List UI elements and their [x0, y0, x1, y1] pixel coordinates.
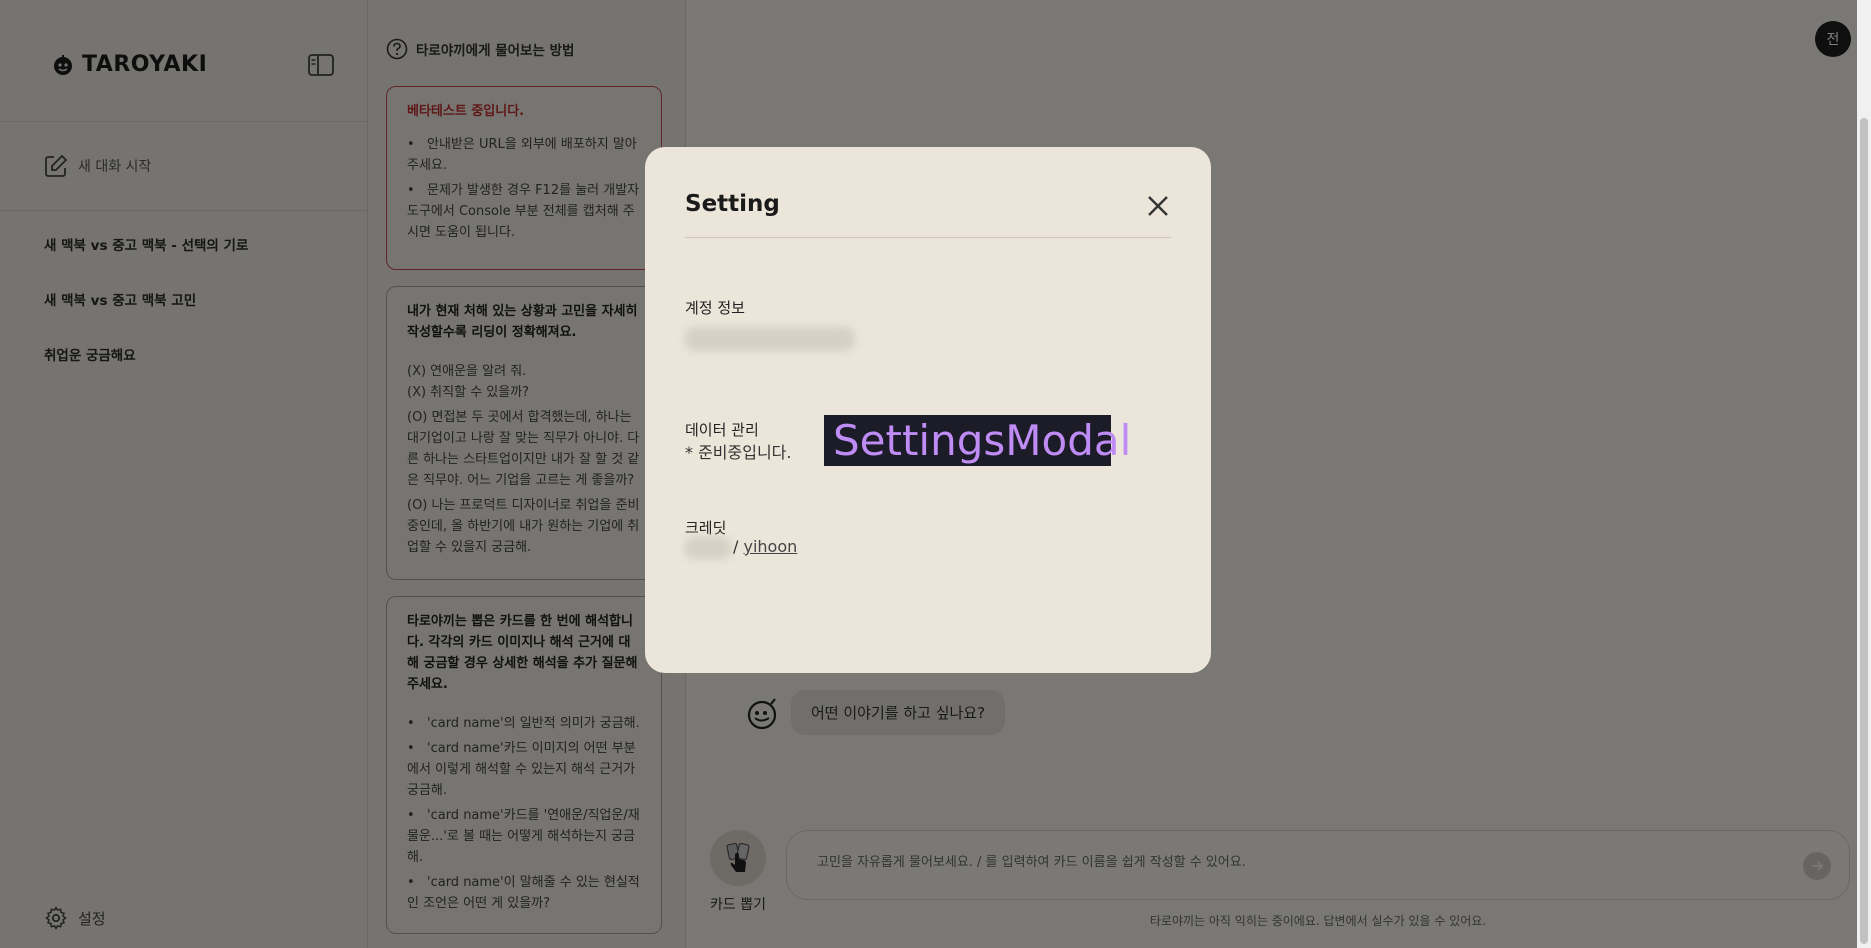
- modal-title: Setting: [685, 191, 780, 217]
- scrollbar-thumb[interactable]: [1860, 118, 1868, 944]
- data-management-label: 데이터 관리: [685, 421, 759, 439]
- component-label: SettingsModal: [824, 415, 1131, 466]
- credit-separator: /: [733, 537, 739, 556]
- scrollbar[interactable]: [1857, 0, 1871, 948]
- modal-divider: [685, 237, 1171, 238]
- credit-label: 크레딧: [685, 519, 727, 537]
- account-email-redacted: [685, 327, 855, 351]
- data-management-note: * 준비중입니다.: [685, 443, 792, 462]
- account-label: 계정 정보: [685, 299, 745, 317]
- credit-line: / yihoon: [685, 537, 797, 556]
- close-icon[interactable]: [1145, 193, 1171, 219]
- credit-link[interactable]: yihoon: [743, 537, 797, 556]
- settings-modal: Setting 계정 정보 데이터 관리 * 준비중입니다. SettingsM…: [645, 147, 1211, 673]
